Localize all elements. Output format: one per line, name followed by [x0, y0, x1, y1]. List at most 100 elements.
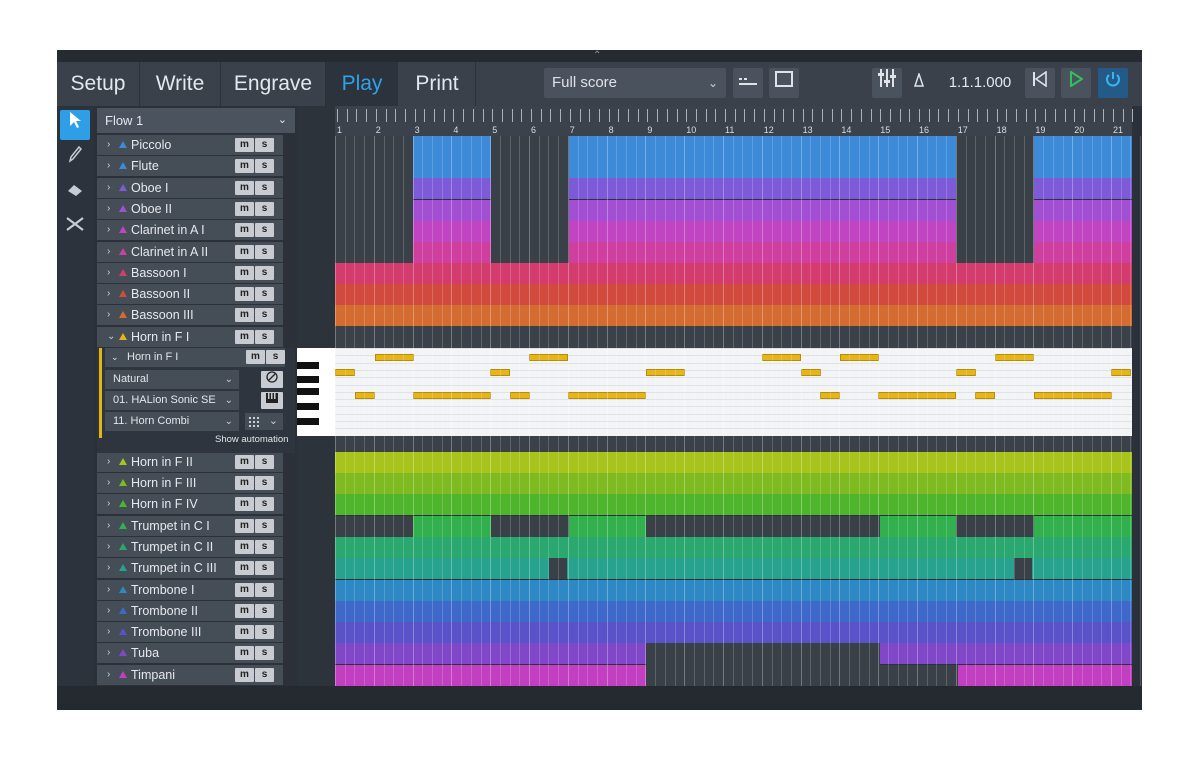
mute-button[interactable]: m — [235, 561, 254, 576]
chevron-right-icon[interactable]: › — [107, 622, 110, 642]
chevron-right-icon[interactable]: › — [107, 643, 110, 663]
click-button[interactable] — [908, 68, 930, 98]
black-key[interactable] — [297, 376, 319, 383]
layout-selector[interactable]: Full score ⌄ — [544, 68, 726, 98]
chevron-right-icon[interactable]: › — [107, 284, 110, 304]
mute-button[interactable]: m — [235, 159, 254, 174]
track-row[interactable]: › Trumpet in C II m s — [97, 536, 283, 557]
chevron-right-icon[interactable]: › — [107, 452, 110, 472]
piano-keyboard[interactable] — [297, 348, 335, 436]
solo-button[interactable]: s — [255, 667, 274, 682]
black-key[interactable] — [297, 403, 319, 410]
black-key[interactable] — [297, 388, 319, 395]
galley-view-button[interactable] — [733, 68, 763, 98]
split-tool-button[interactable] — [60, 214, 90, 244]
solo-button[interactable]: s — [255, 497, 274, 512]
track-row[interactable]: › Trombone I ms — [97, 579, 283, 600]
chevron-right-icon[interactable]: › — [107, 135, 110, 155]
erase-tool-button[interactable] — [60, 178, 90, 208]
solo-button[interactable]: s — [255, 201, 274, 216]
track-row[interactable]: › Trumpet in C III m s — [97, 558, 283, 579]
solo-button[interactable]: s — [255, 138, 274, 152]
solo-button[interactable]: s — [255, 476, 274, 490]
page-view-button[interactable] — [769, 68, 799, 98]
chevron-down-icon[interactable]: ⌄ — [107, 327, 115, 347]
track-row[interactable]: › Clarinet in A II m s — [97, 241, 283, 262]
mixer-button[interactable] — [872, 68, 902, 98]
track-row[interactable]: › Trombone II m s — [97, 600, 283, 621]
solo-button[interactable]: s — [255, 244, 274, 259]
instrument-endpoint-select[interactable]: 01. HALion Sonic SE ⌄ — [105, 390, 239, 410]
solo-button[interactable]: s — [266, 349, 285, 364]
expanded-track-header[interactable]: ⌄ Horn in F I m s — [105, 347, 285, 367]
chevron-right-icon[interactable]: › — [107, 665, 110, 685]
tab-write[interactable]: Write — [140, 62, 221, 106]
mute-button[interactable]: m — [235, 539, 254, 554]
track-row[interactable]: › Bassoon II m s — [97, 284, 283, 305]
chevron-right-icon[interactable]: › — [107, 242, 110, 262]
rewind-to-start-button[interactable] — [1025, 68, 1055, 98]
mute-button[interactable]: m — [246, 349, 265, 364]
flow-selector[interactable]: Flow 1 ⌄ — [97, 108, 295, 133]
solo-button[interactable]: s — [255, 454, 274, 469]
tab-play[interactable]: Play — [326, 62, 398, 106]
mute-button[interactable]: m — [235, 454, 254, 469]
mute-button[interactable]: m — [235, 476, 254, 490]
mute-button[interactable]: m — [235, 582, 254, 597]
chevron-right-icon[interactable]: › — [107, 305, 110, 325]
track-row[interactable]: › Bassoon I ms — [97, 262, 283, 283]
mute-button[interactable]: m — [235, 287, 254, 302]
solo-button[interactable]: s — [255, 518, 274, 533]
track-row[interactable]: › Tuba m s — [97, 643, 283, 664]
track-row[interactable]: › Oboe I ms — [97, 177, 283, 198]
solo-button[interactable]: s — [255, 582, 274, 597]
tab-engrave[interactable]: Engrave — [221, 62, 326, 106]
track-row[interactable]: › Bassoon III m s — [97, 305, 283, 326]
chevron-right-icon[interactable]: › — [107, 473, 110, 493]
track-row[interactable]: › Oboe II m s — [97, 198, 283, 219]
chevron-right-icon[interactable]: › — [107, 263, 110, 283]
solo-button[interactable]: s — [255, 308, 274, 323]
technique-select[interactable]: Natural ⌄ — [105, 369, 239, 389]
solo-button[interactable]: s — [255, 287, 274, 302]
chevron-right-icon[interactable]: › — [107, 494, 110, 514]
track-row[interactable]: ⌄ Horn in F I ms — [97, 326, 283, 347]
track-row[interactable]: › Horn in F II m s — [97, 451, 283, 472]
track-row[interactable]: › Clarinet in A I ms — [97, 220, 283, 241]
mute-button[interactable]: m — [235, 603, 254, 618]
track-row[interactable]: › Horn in F III m s — [97, 473, 283, 493]
track-row[interactable]: › Trombone III m s — [97, 622, 283, 643]
track-row[interactable]: › Timpani m s — [97, 664, 283, 685]
tab-print[interactable]: Print — [399, 62, 476, 106]
solo-button[interactable]: s — [255, 539, 274, 554]
solo-button[interactable]: s — [255, 180, 274, 195]
mute-button[interactable]: m — [235, 497, 254, 512]
top-drag-bar[interactable]: ⌃ — [57, 50, 1142, 62]
mute-button[interactable]: m — [235, 244, 254, 259]
draw-tool-button[interactable] — [60, 144, 90, 174]
mute-button[interactable]: m — [235, 646, 254, 661]
mute-button[interactable]: m — [235, 201, 254, 216]
midi-note[interactable] — [375, 354, 414, 361]
track-lanes[interactable] — [335, 136, 1142, 686]
track-row[interactable]: › Flute m s — [97, 156, 283, 177]
mute-button[interactable]: m — [235, 308, 254, 323]
mute-button[interactable]: m — [235, 518, 254, 533]
open-instrument-button[interactable] — [261, 391, 283, 409]
chevron-right-icon[interactable]: › — [107, 580, 110, 600]
mute-button[interactable]: m — [235, 223, 254, 238]
chevron-right-icon[interactable]: › — [107, 601, 110, 621]
mute-button[interactable]: m — [235, 265, 254, 280]
patch-select[interactable]: 11. Horn Combi ⌄ — [105, 411, 239, 431]
chevron-right-icon[interactable]: › — [107, 558, 110, 578]
activate-project-button[interactable] — [1098, 68, 1128, 98]
tab-setup[interactable]: Setup — [57, 62, 140, 106]
black-key[interactable] — [297, 418, 319, 425]
collapse-caret-icon[interactable]: ⌃ — [593, 50, 601, 62]
track-row[interactable]: › Piccolo m s — [97, 135, 283, 155]
chevron-right-icon[interactable]: › — [107, 178, 110, 198]
solo-button[interactable]: s — [255, 646, 274, 661]
chevron-right-icon[interactable]: › — [107, 537, 110, 557]
solo-button[interactable]: s — [255, 159, 274, 174]
track-row[interactable]: › Trumpet in C I ms — [97, 515, 283, 536]
